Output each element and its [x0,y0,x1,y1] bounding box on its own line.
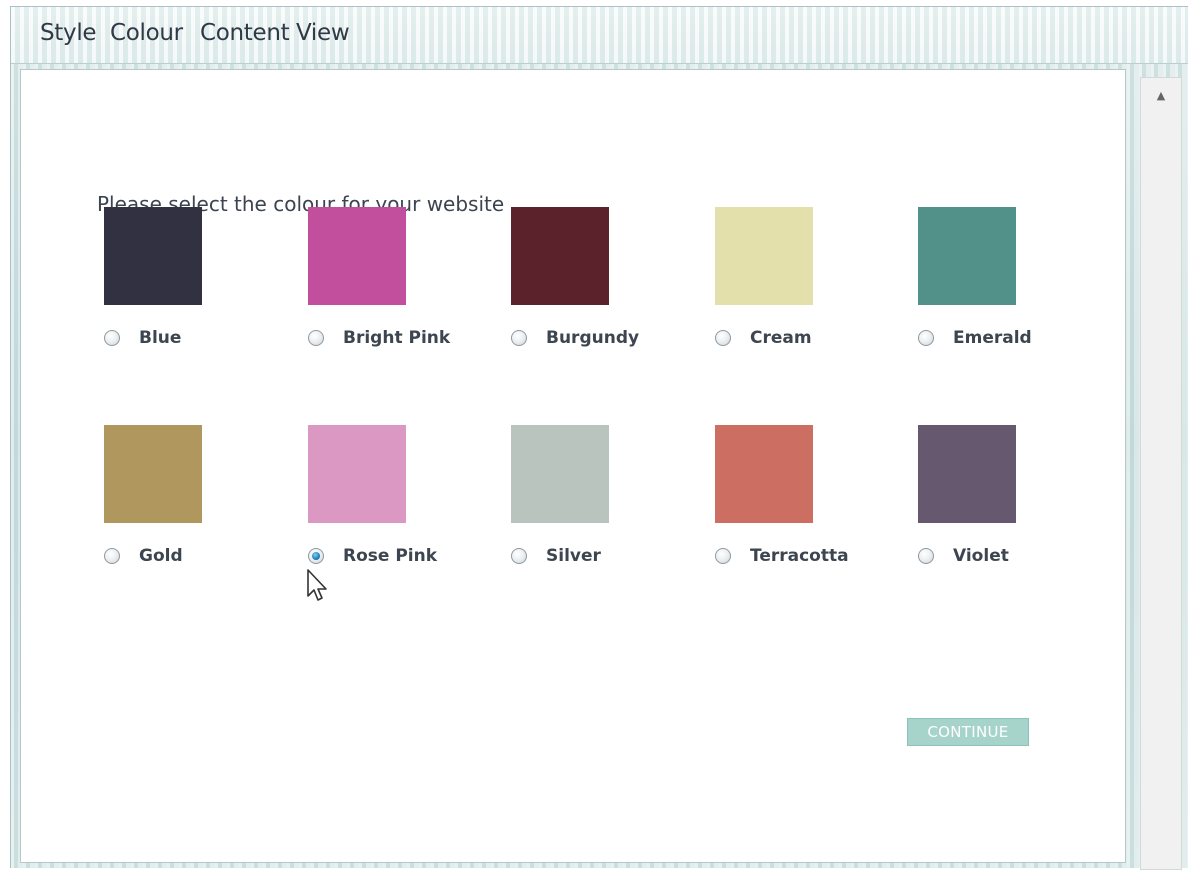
colour-radio[interactable] [918,330,934,346]
mouse-cursor-icon [307,569,327,601]
menu-bar: Style Colour Content View [11,7,1188,64]
colour-label: Bright Pink [343,328,451,348]
content-panel: Please select the colour for your websit… [20,69,1126,863]
colour-option[interactable]: Blue [95,207,295,367]
colour-option[interactable]: Violet [909,425,1109,585]
colour-option[interactable]: Gold [95,425,295,585]
colour-label: Silver [546,546,601,566]
colour-option[interactable]: Rose Pink [299,425,499,585]
menu-colour[interactable]: Colour [110,20,183,46]
colour-swatch[interactable] [511,207,609,305]
colour-radio[interactable] [308,330,324,346]
colour-swatch[interactable] [511,425,609,523]
colour-swatch[interactable] [918,207,1016,305]
colour-label: Cream [750,328,812,348]
colour-radio[interactable] [308,548,324,564]
colour-option[interactable]: Bright Pink [299,207,499,367]
colour-radio[interactable] [104,548,120,564]
vertical-scrollbar[interactable]: ▲ [1140,77,1182,870]
scroll-up-arrow-icon[interactable]: ▲ [1141,78,1181,112]
menu-style[interactable]: Style [40,20,97,46]
colour-radio[interactable] [511,548,527,564]
colour-swatch[interactable] [308,207,406,305]
colour-swatch[interactable] [918,425,1016,523]
colour-option[interactable]: Terracotta [706,425,906,585]
colour-radio[interactable] [715,548,731,564]
colour-label: Blue [139,328,182,348]
colour-label: Burgundy [546,328,640,348]
colour-swatch[interactable] [715,425,813,523]
colour-option[interactable]: Burgundy [502,207,702,367]
colour-option[interactable]: Cream [706,207,906,367]
colour-label: Rose Pink [343,546,438,566]
colour-label: Emerald [953,328,1032,348]
continue-button[interactable]: CONTINUE [907,718,1029,746]
colour-radio[interactable] [104,330,120,346]
menu-view[interactable]: View [296,20,350,46]
colour-option[interactable]: Silver [502,425,702,585]
colour-radio[interactable] [511,330,527,346]
colour-label: Gold [139,546,183,566]
colour-option[interactable]: Emerald [909,207,1109,367]
menu-content[interactable]: Content [200,20,290,46]
colour-swatch[interactable] [104,425,202,523]
colour-swatch[interactable] [104,207,202,305]
colour-label: Violet [953,546,1009,566]
colour-swatch[interactable] [715,207,813,305]
colour-radio[interactable] [715,330,731,346]
colour-swatch[interactable] [308,425,406,523]
colour-radio[interactable] [918,548,934,564]
colour-label: Terracotta [750,546,849,566]
